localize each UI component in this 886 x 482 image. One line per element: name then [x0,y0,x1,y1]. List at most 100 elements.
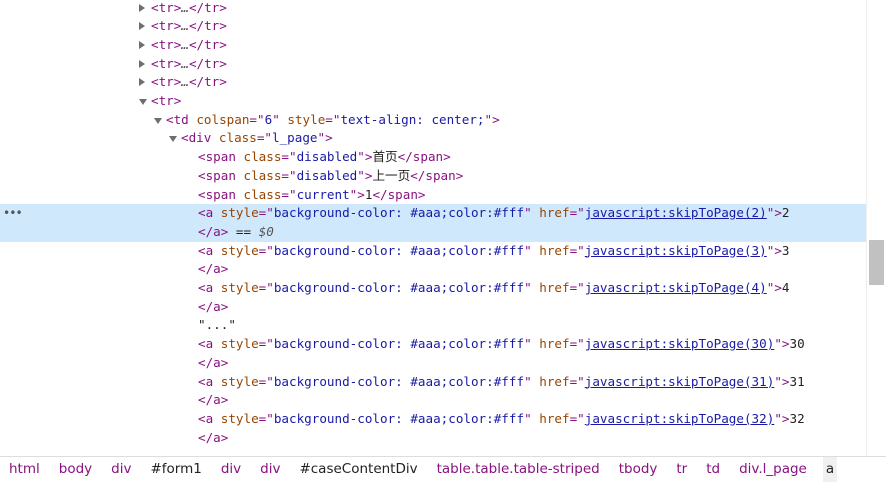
node-span-current[interactable]: <span class="current">1</span> [0,186,866,205]
markup-token: =" [258,280,274,295]
markup-token: "> [357,167,373,183]
markup-token: disabled [296,149,358,165]
markup-token: … [181,0,189,15]
markup-token: =" [258,410,274,426]
node-a-close[interactable]: </a> [0,354,866,373]
markup-token: href [539,280,570,295]
markup-token: background-color: #aaa;color:#fff [273,336,525,352]
breadcrumb-item-casecontentdiv[interactable]: #caseContentDiv [296,457,420,482]
expand-triangle-icon[interactable] [139,22,145,31]
node-markup: <a style="background-color: #aaa;color:#… [198,335,805,354]
markup-token: =" [258,336,274,352]
node-markup: <td colspan="6" style="text-align: cente… [166,111,500,130]
breadcrumb-item-div-l-page[interactable]: div.l_page [736,457,810,482]
scrollbar-thumb[interactable] [869,240,884,285]
href-link[interactable]: javascript:skipToPage(3) [585,243,767,258]
breadcrumb-item-div[interactable]: div [218,457,244,482]
node-a-close[interactable]: </a> [0,298,866,317]
node-a-page-31[interactable]: <a style="background-color: #aaa;color:#… [0,373,866,392]
node-markup: "..." [198,316,236,335]
node-a-close[interactable]: </a> [0,260,866,279]
markup-token: 32 [789,410,805,426]
markup-token: <tr> [151,55,182,71]
markup-token: </tr> [188,18,227,34]
node-markup: <span class="disabled">上一页</span> [198,167,463,186]
breadcrumb-item-body[interactable]: body [56,457,95,482]
expand-triangle-icon[interactable] [139,78,145,87]
breadcrumb-item-tbody[interactable]: tbody [616,457,661,482]
breadcrumb-item-td[interactable]: td [703,457,723,482]
node-markup: <a style="background-color: #aaa;color:#… [198,204,790,223]
node-tr-collapsed[interactable]: <tr>…</tr> [0,0,866,17]
markup-token: … [181,36,189,52]
node-markup: <tr> [151,92,181,111]
markup-token: <a [198,336,221,352]
href-link[interactable]: javascript:skipToPage(2) [585,205,767,220]
markup-token: 30 [789,336,805,352]
node-span-prev[interactable]: <span class="disabled">上一页</span> [0,167,866,186]
node-a-page-3[interactable]: <a style="background-color: #aaa;color:#… [0,242,866,261]
markup-token: " [524,373,540,389]
node-tr-collapsed[interactable]: <tr>…</tr> [0,55,866,74]
node-markup: <span class="current">1</span> [198,186,426,205]
node-markup: <a style="background-color: #aaa;color:#… [198,242,790,261]
markup-token: background-color: #aaa;color:#fff [273,373,525,389]
node-tr-collapsed[interactable]: <tr>…</tr> [0,17,866,36]
href-link[interactable]: javascript:skipToPage(30) [585,336,775,351]
markup-token: style [220,410,259,426]
node-a-page-30[interactable]: <a style="background-color: #aaa;color:#… [0,335,866,354]
markup-token: 首页 [372,149,398,165]
markup-token: … [181,55,189,71]
expand-triangle-icon[interactable] [139,3,145,12]
node-tr-collapsed[interactable]: <tr>…</tr> [0,36,866,55]
node-markup: </a> [198,260,228,279]
breadcrumb-item-div[interactable]: div [108,457,134,482]
markup-token: " [524,410,540,426]
markup-token: <div [181,130,219,146]
more-options-icon[interactable]: ••• [3,204,23,223]
breadcrumb-item-table-table-table-striped[interactable]: table.table.table-striped [434,457,603,482]
node-markup: </a> [198,391,228,410]
markup-token: … [181,74,189,90]
markup-token: </a> [198,354,229,370]
node-markup: <tr>…</tr> [151,55,227,74]
href-link[interactable]: javascript:skipToPage(32) [585,411,775,426]
markup-token: </tr> [188,0,227,15]
breadcrumb-item-a[interactable]: a [822,457,838,482]
node-a-page-4[interactable]: <a style="background-color: #aaa;color:#… [0,279,866,298]
node-a-close[interactable]: </a> [0,429,866,448]
expand-triangle-icon[interactable] [139,40,145,49]
markup-token: "> [766,205,782,221]
node-markup: <tr>…</tr> [151,0,227,17]
expand-triangle-icon[interactable] [139,59,145,68]
node-tr-expanded[interactable]: <tr> [0,92,866,111]
node-a-page-32[interactable]: <a style="background-color: #aaa;color:#… [0,410,866,429]
node-span-first[interactable]: <span class="disabled">首页</span> [0,148,866,167]
breadcrumb-item-html[interactable]: html [6,457,43,482]
collapse-triangle-icon[interactable] [139,99,147,105]
breadcrumb-item-form1[interactable]: #form1 [147,457,204,482]
markup-token: l_page [272,130,318,146]
node-markup: </a> [198,429,228,448]
node-td[interactable]: <td colspan="6" style="text-align: cente… [0,111,866,130]
markup-token: " [524,336,540,352]
markup-token: background-color: #aaa;color:#fff [273,410,525,426]
markup-token: class [243,186,282,202]
node-div-l-page[interactable]: <div class="l_page"> [0,129,866,148]
collapse-triangle-icon[interactable] [154,117,162,124]
node-a-page-2[interactable]: ••• <a style="background-color: #aaa;colo… [0,204,866,223]
markup-token: style [220,373,259,389]
dom-tree-panel[interactable]: <tr>…</tr> <tr>…</tr> <tr>…</tr> <tr>…</tr>… [0,0,866,456]
node-markup: <tr>…</tr> [151,73,227,92]
node-tr-collapsed[interactable]: <tr>…</tr> [0,73,866,92]
vertical-scrollbar[interactable] [866,0,886,456]
node-a-close[interactable]: </a> == $0 [0,222,866,242]
node-text-ellipsis[interactable]: "..." [0,316,866,335]
href-link[interactable]: javascript:skipToPage(31) [585,374,775,389]
node-a-close[interactable]: </a> [0,391,866,410]
collapse-triangle-icon[interactable] [169,136,177,143]
href-link[interactable]: javascript:skipToPage(4) [585,280,767,295]
markup-token: style [220,336,259,352]
breadcrumb-item-tr[interactable]: tr [673,457,690,482]
breadcrumb-item-div[interactable]: div [257,457,283,482]
